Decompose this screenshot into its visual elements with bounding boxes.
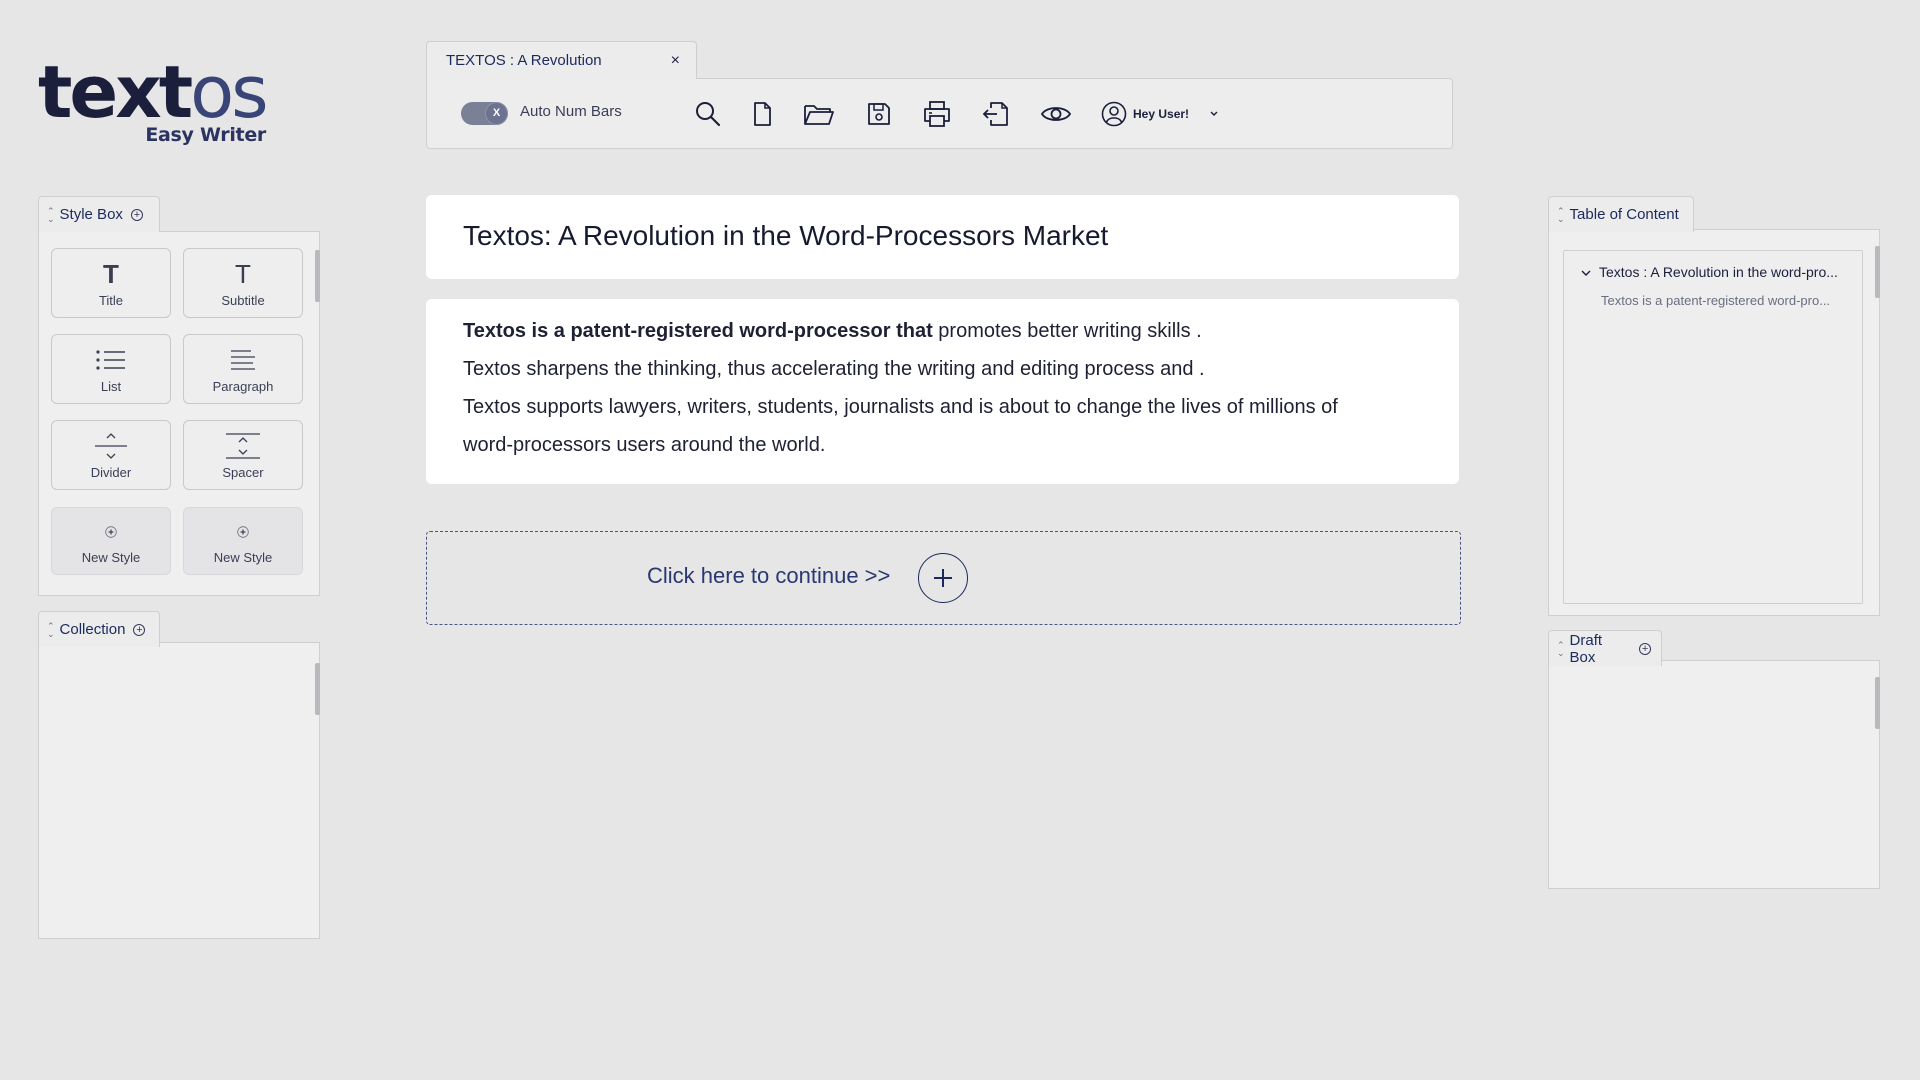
- style-title-button[interactable]: T Title: [51, 248, 171, 318]
- new-style-button-1[interactable]: New Style: [51, 507, 171, 575]
- auto-num-bars-label: Auto Num Bars: [520, 103, 622, 120]
- document-tab-title: TEXTOS : A Revolution: [446, 52, 602, 69]
- style-title-label: Title: [98, 293, 124, 308]
- auto-num-bars-toggle[interactable]: X: [461, 102, 508, 125]
- logo-wordmark: textos: [38, 56, 269, 128]
- toc-scrollbar[interactable]: [1875, 246, 1880, 298]
- document-title[interactable]: Textos: A Revolution in the Word-Process…: [463, 220, 1108, 252]
- continue-label[interactable]: Click here to continue >>: [647, 563, 890, 589]
- style-box-tab[interactable]: ⌃ ⌄ Style Box +: [38, 196, 160, 232]
- document-paragraph[interactable]: Textos is a patent-registered word-proce…: [463, 312, 1419, 464]
- logo-subtitle: Easy Writer: [145, 124, 266, 146]
- search-icon[interactable]: [693, 99, 723, 129]
- collapse-toggle-icon[interactable]: ⌃ ⌄: [47, 206, 55, 223]
- collection-panel: [38, 642, 320, 939]
- toc-panel: Textos : A Revolution in the word-pro...…: [1548, 229, 1880, 616]
- add-style-icon[interactable]: +: [130, 208, 143, 221]
- divider-icon: [95, 433, 127, 459]
- new-file-icon[interactable]: [747, 99, 777, 129]
- style-box-title: Style Box: [59, 206, 123, 223]
- title-T-icon: T: [103, 259, 119, 289]
- new-style-button-2[interactable]: New Style: [183, 507, 303, 575]
- collection-title: Collection: [59, 621, 126, 638]
- toolbar: X Auto Num Bars Hey User!: [426, 78, 1453, 149]
- document-tab[interactable]: TEXTOS : A Revolution ×: [426, 41, 697, 79]
- chevron-down-icon[interactable]: [1580, 269, 1592, 277]
- preview-eye-icon[interactable]: [1039, 99, 1073, 129]
- collapse-toggle-icon[interactable]: ⌃ ⌄: [47, 621, 55, 638]
- style-subtitle-label: Subtitle: [221, 293, 265, 308]
- print-icon[interactable]: [921, 99, 953, 129]
- collapse-toggle-icon[interactable]: ⌃ ⌄: [1557, 640, 1565, 657]
- save-icon[interactable]: [864, 99, 894, 129]
- style-box-panel: T Title T Subtitle List Paragraph Divide…: [38, 231, 320, 596]
- draft-box-title: Draft Box: [1569, 631, 1603, 666]
- collapse-toggle-icon[interactable]: ⌃ ⌄: [1557, 206, 1565, 223]
- style-spacer-button[interactable]: Spacer: [183, 420, 303, 490]
- draft-box-tab[interactable]: ⌃ ⌄ Draft Box +: [1548, 630, 1662, 666]
- open-folder-icon[interactable]: [802, 99, 836, 129]
- toc-title: Table of Content: [1569, 206, 1679, 223]
- toc-list: Textos : A Revolution in the word-pro...…: [1563, 250, 1863, 604]
- paragraph-icon: [231, 350, 255, 370]
- logo-word-accent: os: [190, 50, 269, 134]
- style-list-label: List: [100, 379, 122, 394]
- add-block-plus-icon[interactable]: [918, 553, 968, 603]
- paragraph-line-3: Textos supports lawyers, writers, studen…: [463, 396, 1338, 418]
- user-name: Hey User!: [1133, 107, 1190, 121]
- document-paragraph-block[interactable]: Textos is a patent-registered word-proce…: [426, 299, 1459, 484]
- document-title-block[interactable]: Textos: A Revolution in the Word-Process…: [426, 195, 1459, 279]
- add-collection-icon[interactable]: +: [133, 623, 146, 636]
- export-icon[interactable]: [981, 99, 1013, 129]
- subtitle-T-icon: T: [235, 259, 251, 289]
- app-logo: textos Easy Writer: [38, 56, 269, 156]
- plus-icon: [237, 526, 249, 538]
- style-box-scrollbar[interactable]: [315, 250, 320, 302]
- spacer-icon: [226, 433, 260, 459]
- style-divider-button[interactable]: Divider: [51, 420, 171, 490]
- close-icon[interactable]: ×: [671, 52, 680, 70]
- add-draft-icon[interactable]: +: [1639, 642, 1651, 655]
- continue-drop-zone[interactable]: Click here to continue >>: [426, 531, 1461, 625]
- paragraph-line-4: word-processors users around the world.: [463, 434, 826, 456]
- toc-item-subtitle[interactable]: Textos is a patent-registered word-pro..…: [1601, 293, 1830, 308]
- new-style-label-2: New Style: [213, 550, 273, 565]
- style-spacer-label: Spacer: [222, 465, 264, 480]
- logo-word-main: text: [38, 50, 193, 134]
- style-divider-label: Divider: [90, 465, 132, 480]
- toc-tab[interactable]: ⌃ ⌄ Table of Content: [1548, 196, 1694, 232]
- style-list-button[interactable]: List: [51, 334, 171, 404]
- new-style-label-1: New Style: [81, 550, 141, 565]
- list-icon: [96, 350, 125, 370]
- paragraph-line-1: Textos is a patent-registered word-proce…: [463, 312, 1419, 350]
- collection-tab[interactable]: ⌃ ⌄ Collection +: [38, 611, 160, 647]
- paragraph-text: promotes better writing skills .: [932, 320, 1202, 342]
- draft-box-panel: [1548, 660, 1880, 889]
- toggle-knob: X: [486, 103, 507, 124]
- plus-icon: [105, 526, 117, 538]
- chevron-down-icon[interactable]: [1209, 110, 1219, 118]
- bold-text: Textos is a patent-registered word-proce…: [463, 320, 933, 342]
- user-menu[interactable]: Hey User!: [1101, 99, 1219, 129]
- style-subtitle-button[interactable]: T Subtitle: [183, 248, 303, 318]
- collection-scrollbar[interactable]: [315, 663, 320, 715]
- draft-box-scrollbar[interactable]: [1875, 677, 1880, 729]
- style-paragraph-button[interactable]: Paragraph: [183, 334, 303, 404]
- user-icon: [1101, 101, 1127, 127]
- toc-item-title[interactable]: Textos : A Revolution in the word-pro...: [1599, 264, 1838, 280]
- style-paragraph-label: Paragraph: [212, 379, 274, 394]
- paragraph-line-2: Textos sharpens the thinking, thus accel…: [463, 358, 1205, 380]
